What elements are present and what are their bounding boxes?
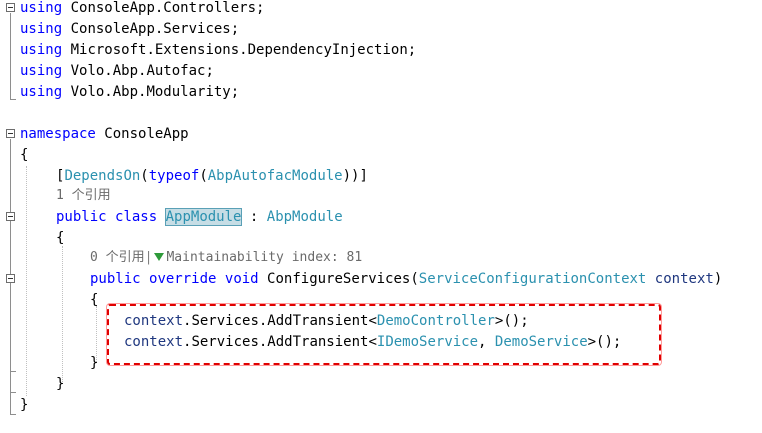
- code-line-namespace-open[interactable]: {: [20, 145, 28, 165]
- brace: {: [56, 230, 65, 246]
- maintainability-flag-icon: [154, 252, 165, 261]
- fold-toggle-class[interactable]: [6, 212, 15, 221]
- keyword: void: [224, 271, 259, 287]
- fold-end-usings: [10, 99, 16, 100]
- namespace-ref: Microsoft.Extensions.DependencyInjection…: [70, 42, 417, 58]
- code-line-method[interactable]: public override void ConfigureServices(S…: [90, 269, 722, 289]
- indent-guide: [62, 246, 63, 384]
- code-line-namespace-close[interactable]: }: [20, 395, 28, 415]
- namespace-ref: Volo.Abp.Modularity;: [70, 84, 240, 100]
- base-class: AbpModule: [266, 209, 343, 225]
- code-line-using-4[interactable]: using Volo.Abp.Autofac;: [20, 61, 214, 81]
- namespace-ref: Volo.Abp.Autofac;: [70, 63, 214, 79]
- param-type: ServiceConfigurationContext: [418, 271, 647, 287]
- code-line-using-1[interactable]: using ConsoleApp.Controllers;: [20, 0, 264, 18]
- keyword: public: [56, 209, 107, 225]
- code-line-using-3[interactable]: using Microsoft.Extensions.DependencyInj…: [20, 40, 416, 60]
- fold-end-namespace: [10, 414, 16, 415]
- codelens-separator: |: [144, 250, 153, 265]
- code-line-attribute[interactable]: [DependsOn(typeof(AbpAutofacModule))]: [56, 166, 368, 186]
- codelens-text: 1 个引用: [56, 188, 111, 203]
- brace: {: [20, 147, 29, 163]
- keyword: using: [20, 84, 63, 100]
- fold-toggle-usings[interactable]: [6, 3, 15, 12]
- fold-toggle-method[interactable]: [6, 274, 15, 283]
- codelens-maintainability[interactable]: Maintainability index: 81: [166, 250, 362, 265]
- fold-line-usings: [10, 13, 11, 99]
- attribute-name: DependsOn: [64, 168, 141, 184]
- class-name-highlighted[interactable]: AppModule: [164, 208, 243, 226]
- brace: {: [90, 292, 99, 308]
- code-line-class-close[interactable]: }: [56, 374, 64, 394]
- brace: }: [90, 355, 99, 371]
- code-line-class-open[interactable]: {: [56, 228, 64, 248]
- keyword: using: [20, 0, 63, 16]
- keyword: typeof: [148, 168, 200, 184]
- brace: }: [56, 376, 65, 392]
- type-ref: AbpAutofacModule: [207, 168, 343, 184]
- highlight-annotation-box: [107, 304, 661, 365]
- indent-guide: [26, 166, 27, 396]
- codelens-method[interactable]: 0 个引用| Maintainability index: 81: [90, 248, 362, 268]
- keyword: public: [90, 271, 141, 287]
- keyword: override: [149, 271, 217, 287]
- namespace-name: ConsoleApp: [104, 126, 189, 142]
- keyword: using: [20, 21, 63, 37]
- brace: }: [20, 397, 29, 413]
- code-editor[interactable]: using ConsoleApp.Controllers; using Cons…: [0, 0, 762, 433]
- namespace-ref: ConsoleApp.Controllers;: [70, 0, 265, 16]
- keyword: class: [115, 209, 158, 225]
- code-line-namespace[interactable]: namespace ConsoleApp: [20, 124, 189, 144]
- code-line-using-2[interactable]: using ConsoleApp.Services;: [20, 19, 239, 39]
- codelens-references[interactable]: 1 个引用: [56, 186, 111, 206]
- keyword: namespace: [20, 126, 96, 142]
- fold-toggle-namespace[interactable]: [6, 129, 15, 138]
- keyword: using: [20, 42, 63, 58]
- colon: :: [241, 209, 267, 225]
- namespace-ref: ConsoleApp.Services;: [70, 21, 240, 37]
- code-line-method-open[interactable]: {: [90, 290, 98, 310]
- keyword: using: [20, 63, 63, 79]
- method-name: ConfigureServices: [267, 271, 411, 287]
- code-line-using-5[interactable]: using Volo.Abp.Modularity;: [20, 82, 239, 102]
- code-line-method-close[interactable]: }: [90, 353, 98, 373]
- fold-end-method: [10, 371, 16, 372]
- code-line-class[interactable]: public class AppModule : AbpModule: [56, 207, 343, 227]
- fold-end-class: [10, 392, 16, 393]
- codelens-references[interactable]: 0 个引用: [90, 250, 145, 265]
- bracket: ))]: [342, 168, 368, 184]
- param-name: context: [654, 271, 714, 287]
